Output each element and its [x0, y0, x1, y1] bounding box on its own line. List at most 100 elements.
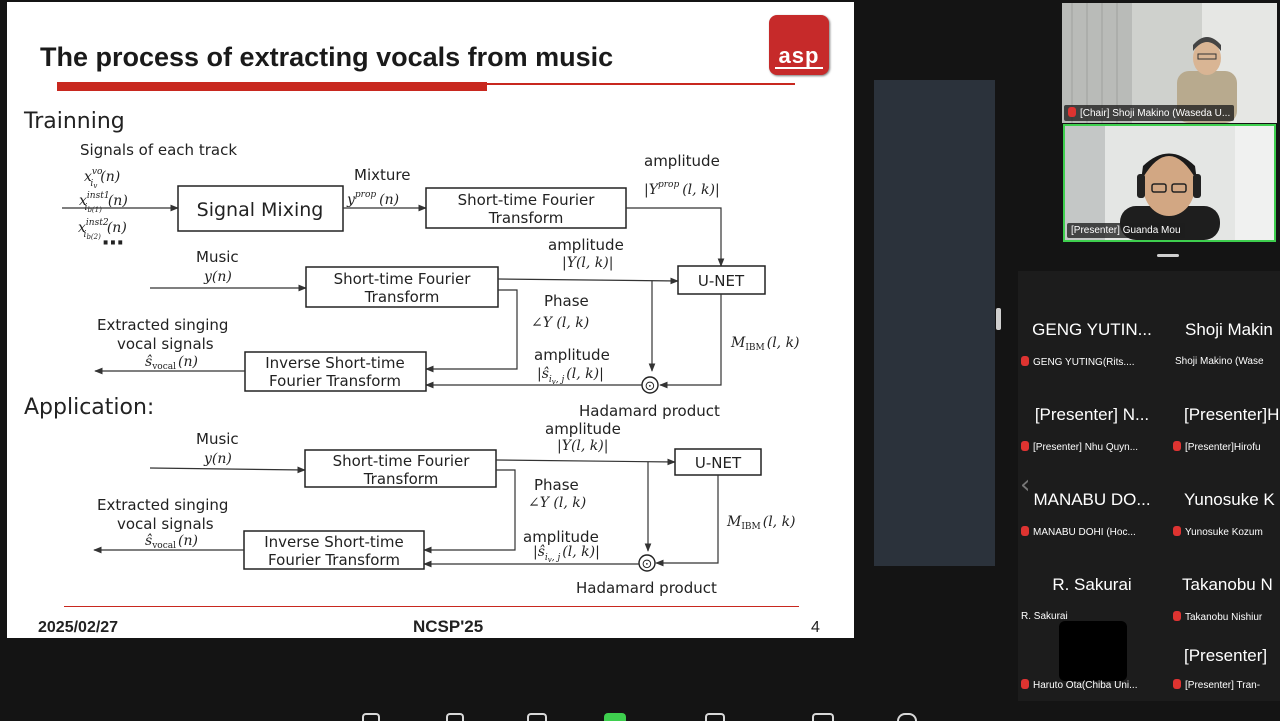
participant-tile[interactable]: [Presenter] [Presenter] Tran-: [1170, 621, 1280, 705]
istft-box-app-line2: Fourier Transform: [268, 551, 400, 569]
footer-conference: NCSP'25: [413, 617, 484, 636]
output-symbol-app: ŝvocal (n): [145, 533, 198, 551]
amplitude-symbol-app-1: |Y(l, k)|: [557, 438, 608, 454]
hadamard-label-train: Hadamard product: [579, 402, 720, 420]
phase-label-train: Phase: [544, 292, 589, 310]
amplitude-label-3: amplitude: [534, 346, 610, 364]
music-arrow-app: [149, 466, 306, 474]
hadamard-symbol-train: ⊙: [645, 379, 656, 394]
participant-label: MANABU DOHI (Hoc...: [1021, 526, 1136, 538]
stft2-to-unet-arrow: [497, 277, 679, 285]
stft-to-unet-arrow-app: [495, 458, 676, 466]
participant-tile[interactable]: R. Sakurai R. Sakurai: [1018, 542, 1166, 626]
shared-slide: The process of extracting vocals from mu…: [7, 2, 854, 638]
unet-label-train: U-NET: [698, 272, 745, 290]
amplitude-symbol-3: |ŝiv, j (l, k)|: [537, 366, 604, 386]
participant-name: [Presenter]: [1184, 646, 1268, 665]
participants-icon[interactable]: [527, 713, 547, 721]
participant-tile[interactable]: [Presenter]H [Presenter]Hirofu: [1170, 372, 1280, 456]
chat-icon[interactable]: [812, 713, 834, 721]
mic-muted-icon: [1173, 526, 1181, 536]
stft-box-2-line2: Transform: [364, 288, 440, 306]
mask-path-train: [659, 294, 722, 389]
video-label-presenter: [Presenter] Guanda Mou: [1067, 223, 1185, 238]
istft-box-train-line2: Fourier Transform: [269, 372, 401, 390]
phase-symbol-train: ∠Y (l, k): [531, 315, 589, 331]
more-icon[interactable]: [897, 713, 917, 721]
mic-icon[interactable]: [362, 713, 380, 721]
stft-box-app-line2: Transform: [363, 470, 439, 488]
participant-video-off: [1059, 621, 1127, 681]
mic-muted-icon: [1173, 441, 1181, 451]
participant-label: Haruto Ota(Chiba Uni...: [1021, 679, 1138, 691]
participant-gallery: GENG YUTIN... GENG YUTING(Rits.... Shoji…: [1018, 271, 1280, 701]
participant-label: [Presenter] Tran-: [1173, 679, 1260, 691]
signal-inst1: xinst1ib(1)(n): [79, 191, 128, 214]
mask-symbol-app: MIBM (l, k): [726, 514, 796, 532]
mask-path-app: [655, 475, 719, 567]
participant-label: [Presenter]Hirofu: [1173, 441, 1261, 453]
mixture-label: Mixture: [354, 166, 410, 184]
unet-label-app: U-NET: [695, 454, 742, 472]
panel-resize-handle[interactable]: [996, 308, 1001, 330]
extracted-label-app-2: vocal signals: [117, 515, 214, 533]
video-tile-presenter[interactable]: [Presenter] Guanda Mou: [1063, 124, 1276, 242]
participant-name: Shoji Makin: [1185, 320, 1273, 339]
signal-dots: ⋯: [102, 231, 124, 256]
extracted-label-app-1: Extracted singing: [97, 496, 228, 514]
participant-label: Shoji Makino (Wase: [1175, 356, 1264, 367]
mic-muted-icon: [1021, 356, 1029, 366]
stft-box-app-line1: Short-time Fourier: [333, 452, 471, 470]
amplitude-label-2: amplitude: [548, 236, 624, 254]
application-heading: Application:: [24, 395, 154, 420]
participant-name: GENG YUTIN...: [1032, 320, 1152, 339]
signals-label: Signals of each track: [80, 141, 237, 159]
footer-date: 2025/02/27: [38, 619, 119, 636]
amplitude-symbol-app-2: |ŝiv, j (l, k)|: [533, 544, 600, 564]
hadamard-label-app: Hadamard product: [576, 579, 717, 597]
participant-tile[interactable]: Takanobu N Takanobu Nishiur: [1170, 542, 1280, 626]
training-heading: Trainning: [23, 109, 125, 134]
phase-symbol-app: ∠Y (l, k): [528, 495, 586, 511]
video-tile-chair[interactable]: [Chair] Shoji Makino (Waseda U...: [1062, 3, 1277, 123]
istft-box-app-line1: Inverse Short-time: [264, 533, 404, 551]
extracted-label-train-2: vocal signals: [117, 335, 214, 353]
shared-content-panel: [874, 80, 995, 566]
share-screen-icon[interactable]: [604, 713, 626, 721]
participant-label: [Presenter] Nhu Quyn...: [1021, 441, 1138, 453]
stft-box-1-line1: Short-time Fourier: [458, 191, 596, 209]
stft1-to-unet-arrow: [626, 207, 725, 267]
music-label: Music: [196, 248, 239, 266]
mic-muted-icon: [1021, 526, 1029, 536]
participant-tile[interactable]: Shoji Makin Shoji Makino (Wase: [1170, 287, 1280, 371]
amplitude-symbol-1: |Yprop (l, k)|: [644, 180, 720, 198]
participant-name: R. Sakurai: [1052, 575, 1132, 594]
participant-tile[interactable]: Yunosuke K Yunosuke Kozum: [1170, 457, 1280, 541]
amplitude-label-1: amplitude: [644, 152, 720, 170]
participant-label: Yunosuke Kozum: [1173, 526, 1263, 538]
amplitude-label-app-1: amplitude: [545, 420, 621, 438]
amplitude-symbol-2: |Y(l, k)|: [562, 255, 613, 271]
participant-tile[interactable]: Haruto Ota(Chiba Uni...: [1018, 621, 1166, 705]
gallery-prev-page-icon[interactable]: ‹: [1020, 470, 1030, 500]
video-panel-drag-handle[interactable]: [1157, 254, 1179, 257]
mask-symbol-train: MIBM (l, k): [730, 335, 800, 353]
mic-muted-icon: [1068, 107, 1076, 117]
video-icon[interactable]: [446, 713, 464, 721]
music-symbol: y(n): [203, 269, 232, 285]
mic-muted-icon: [1173, 611, 1181, 621]
participant-tile[interactable]: MANABU DO... MANABU DOHI (Hoc...: [1018, 457, 1166, 541]
process-diagram: Trainning Signals of each track xvo iv(n)…: [23, 109, 800, 597]
music-label-app: Music: [196, 430, 239, 448]
mic-muted-icon: [1021, 679, 1029, 689]
video-label-chair: [Chair] Shoji Makino (Waseda U...: [1064, 105, 1235, 121]
footer-rule: [64, 606, 799, 607]
mixture-symbol: yprop (n): [346, 190, 399, 208]
apps-icon[interactable]: [705, 713, 725, 721]
stft-box-2-line1: Short-time Fourier: [334, 270, 472, 288]
output-symbol-train: ŝvocal (n): [145, 354, 198, 372]
hadamard-symbol-app: ⊙: [642, 557, 653, 572]
signal-mixing-label: Signal Mixing: [197, 199, 324, 221]
participant-tile[interactable]: GENG YUTIN... GENG YUTING(Rits....: [1018, 287, 1166, 371]
participant-tile[interactable]: [Presenter] N... [Presenter] Nhu Quyn...: [1018, 372, 1166, 456]
